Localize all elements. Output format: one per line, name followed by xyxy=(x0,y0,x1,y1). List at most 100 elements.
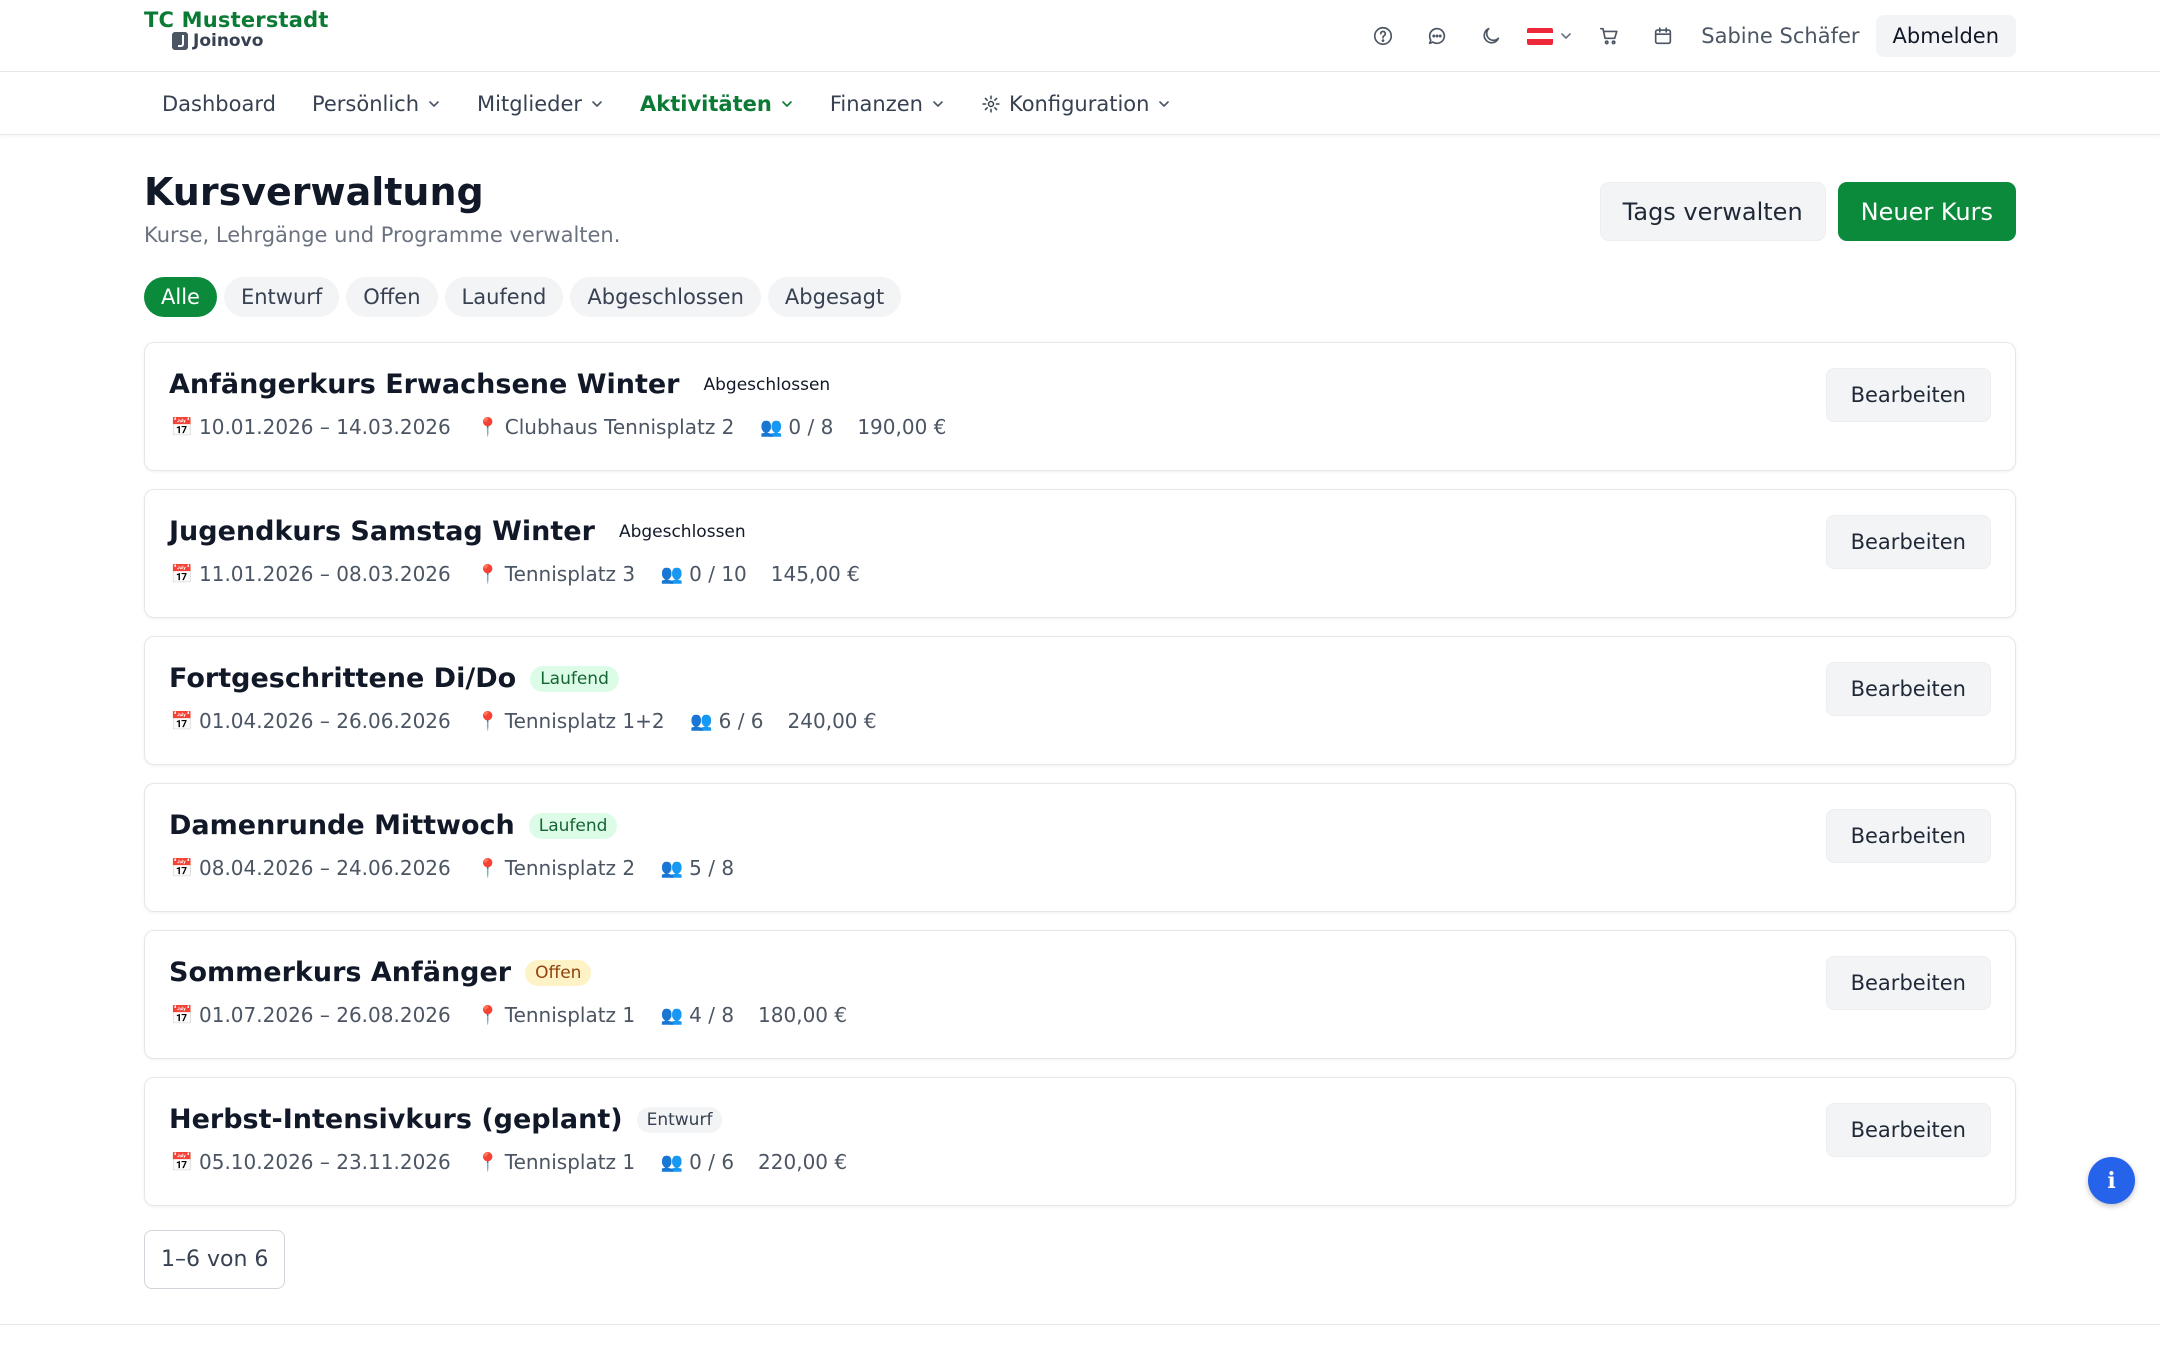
status-badge: Laufend xyxy=(528,812,618,839)
course-participants-text: 0 / 8 xyxy=(788,415,834,439)
course-dates-text: 11.01.2026 – 08.03.2026 xyxy=(199,562,451,586)
edit-course-button[interactable]: Bearbeiten xyxy=(1825,1103,1991,1157)
edit-course-button[interactable]: Bearbeiten xyxy=(1825,515,1991,569)
club-name[interactable]: TC Musterstadt xyxy=(144,8,329,32)
nav-item-label: Konfiguration xyxy=(1008,91,1150,116)
course-participants: 👥 0 / 6 xyxy=(659,1150,734,1174)
course-meta: 📅 08.04.2026 – 24.06.2026 📍 Tennisplatz 2 👥 5… xyxy=(169,856,734,880)
course-location-text: Tennisplatz 1 xyxy=(504,1003,636,1027)
top-header: TC Musterstadt Joinovo Sabine Schäfer Ab… xyxy=(0,0,2160,72)
chevron-down-icon xyxy=(933,100,943,107)
status-badge: Abgeschlossen xyxy=(608,518,756,545)
joinovo-logo-icon xyxy=(172,32,188,50)
course-location-text: Tennisplatz 3 xyxy=(504,562,636,586)
course-location-text: Tennisplatz 1+2 xyxy=(504,709,665,733)
main-navigation: Dashboard Persönlich Mitglieder Aktivitäten… xyxy=(0,72,2160,135)
edit-course-button[interactable]: Bearbeiten xyxy=(1825,809,1991,863)
dark-mode-icon[interactable] xyxy=(1469,14,1513,58)
edit-course-button[interactable]: Bearbeiten xyxy=(1825,368,1991,422)
location-pin-icon: 📍 xyxy=(476,1151,499,1173)
course-participants-text: 4 / 8 xyxy=(689,1003,735,1027)
platform-brand: Joinovo xyxy=(172,31,263,51)
course-location: 📍 Tennisplatz 1 xyxy=(475,1150,636,1174)
edit-course-button[interactable]: Bearbeiten xyxy=(1825,662,1991,716)
course-participants: 👥 5 / 8 xyxy=(659,856,734,880)
course-dates-text: 01.07.2026 – 26.08.2026 xyxy=(199,1003,451,1027)
nav-item-mitglieder[interactable]: Mitglieder xyxy=(459,72,622,135)
edit-course-button[interactable]: Bearbeiten xyxy=(1825,956,1991,1010)
platform-name: Joinovo xyxy=(193,31,264,51)
course-title-row: Anfängerkurs Erwachsene Winter Abgeschlos… xyxy=(169,369,841,400)
nav-item-label: Persönlich xyxy=(311,91,420,116)
nav-item-dashboard[interactable]: Dashboard xyxy=(144,72,294,135)
filter-chip-alle[interactable]: Alle xyxy=(144,277,217,317)
nav-item-konfiguration[interactable]: Konfiguration xyxy=(963,72,1189,135)
course-price: 240,00 € xyxy=(787,709,877,733)
filter-chip-abgeschlossen[interactable]: Abgeschlossen xyxy=(570,277,761,317)
austria-flag-icon xyxy=(1527,27,1554,45)
nav-items: Dashboard Persönlich Mitglieder Aktivitäten… xyxy=(144,72,1189,135)
course-dates: 📅 01.07.2026 – 26.08.2026 xyxy=(169,1003,451,1027)
chevron-down-icon xyxy=(1561,33,1572,39)
course-meta: 📅 01.04.2026 – 26.06.2026 📍 Tennisplatz 1+2… xyxy=(169,709,877,733)
cart-icon[interactable] xyxy=(1587,14,1631,58)
calendar-icon: 📅 xyxy=(170,710,194,732)
user-name[interactable]: Sabine Schäfer xyxy=(1701,24,1859,48)
course-title-row: Herbst-Intensivkurs (geplant) Entwurf xyxy=(169,1104,723,1135)
gear-icon xyxy=(982,94,1000,113)
page-subtitle: Kurse, Lehrgänge und Programme verwalten… xyxy=(144,223,621,247)
logout-button[interactable]: Abmelden xyxy=(1875,15,2016,57)
status-badge: Entwurf xyxy=(636,1106,723,1133)
course-price: 190,00 € xyxy=(857,415,947,439)
language-selector[interactable] xyxy=(1527,27,1573,45)
course-participants-text: 0 / 6 xyxy=(689,1150,735,1174)
course-location: 📍 Tennisplatz 3 xyxy=(475,562,636,586)
course-dates-text: 08.04.2026 – 24.06.2026 xyxy=(199,856,451,880)
course-title[interactable]: Jugendkurs Samstag Winter xyxy=(169,516,595,547)
nav-item-personlich[interactable]: Persönlich xyxy=(294,72,459,135)
help-icon[interactable] xyxy=(1361,14,1405,58)
course-title-row: Damenrunde Mittwoch Laufend xyxy=(169,810,618,841)
filter-chip-laufend[interactable]: Laufend xyxy=(444,277,564,317)
participants-icon: 👥 xyxy=(660,1004,684,1026)
course-dates-text: 05.10.2026 – 23.11.2026 xyxy=(199,1150,451,1174)
manage-tags-button[interactable]: Tags verwalten xyxy=(1599,182,1826,241)
course-title[interactable]: Anfängerkurs Erwachsene Winter xyxy=(169,369,679,400)
course-participants-text: 5 / 8 xyxy=(689,856,735,880)
new-course-button[interactable]: Neuer Kurs xyxy=(1837,182,2016,241)
course-dates: 📅 05.10.2026 – 23.11.2026 xyxy=(169,1150,451,1174)
course-participants: 👥 0 / 8 xyxy=(758,415,833,439)
course-location-text: Tennisplatz 1 xyxy=(504,1150,636,1174)
course-participants: 👥 4 / 8 xyxy=(659,1003,734,1027)
course-location: 📍 Tennisplatz 1+2 xyxy=(475,709,665,733)
filter-chip-abgesagt[interactable]: Abgesagt xyxy=(767,277,902,317)
course-meta: 📅 05.10.2026 – 23.11.2026 📍 Tennisplatz 1 👥 0… xyxy=(169,1150,847,1174)
pagination-info: 1–6 von 6 xyxy=(144,1230,286,1289)
calendar-icon: 📅 xyxy=(170,857,194,879)
course-price: 180,00 € xyxy=(758,1003,848,1027)
course-title-row: Sommerkurs Anfänger Offen xyxy=(169,957,592,988)
chevron-down-icon xyxy=(782,100,792,107)
course-title-row: Fortgeschrittene Di/Do Laufend xyxy=(169,663,619,694)
course-title[interactable]: Fortgeschrittene Di/Do xyxy=(169,663,516,694)
course-dates-text: 01.04.2026 – 26.06.2026 xyxy=(199,709,451,733)
filter-chip-offen[interactable]: Offen xyxy=(346,277,438,317)
nav-item-label: Aktivitäten xyxy=(640,91,772,116)
location-pin-icon: 📍 xyxy=(476,857,499,879)
course-title[interactable]: Sommerkurs Anfänger xyxy=(169,957,511,988)
participants-icon: 👥 xyxy=(690,710,713,732)
nav-item-aktivitaten[interactable]: Aktivitäten xyxy=(622,72,812,135)
info-button[interactable]: i xyxy=(2088,1157,2135,1204)
course-title[interactable]: Herbst-Intensivkurs (geplant) xyxy=(169,1104,623,1135)
course-dates: 📅 01.04.2026 – 26.06.2026 xyxy=(169,709,451,733)
course-title[interactable]: Damenrunde Mittwoch xyxy=(169,810,515,841)
brand[interactable]: TC Musterstadt xyxy=(144,8,329,32)
status-badge: Offen xyxy=(525,959,592,986)
chevron-down-icon xyxy=(1159,100,1170,107)
location-pin-icon: 📍 xyxy=(476,1004,499,1026)
chat-icon[interactable] xyxy=(1415,14,1459,58)
calendar-icon[interactable] xyxy=(1641,14,1685,58)
filter-chip-entwurf[interactable]: Entwurf xyxy=(223,277,340,317)
course-list: Anfängerkurs Erwachsene Winter Abgeschlos… xyxy=(144,342,2016,1224)
nav-item-finanzen[interactable]: Finanzen xyxy=(812,72,963,135)
